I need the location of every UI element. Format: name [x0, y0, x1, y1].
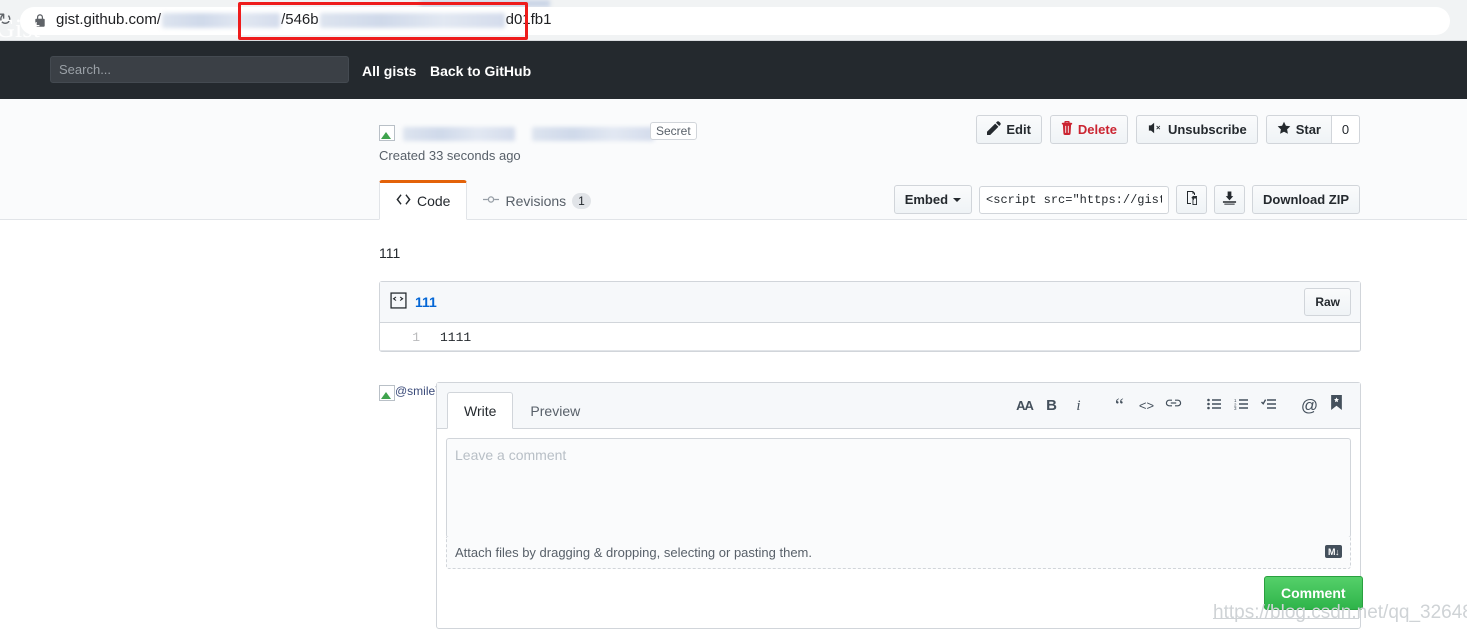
reference-icon[interactable] [1323, 395, 1350, 416]
tab-write[interactable]: Write [447, 392, 514, 429]
created-timestamp: Created 33 seconds ago [379, 148, 521, 163]
comment-form: Write Preview AA B i “ <> 123 @ Leave a … [436, 382, 1363, 629]
edit-button[interactable]: Edit [976, 115, 1042, 144]
download-zip-label: Download ZIP [1263, 192, 1349, 207]
nav-link-back-to-github[interactable]: Back to GitHub [430, 63, 531, 79]
url-prefix: gist.github.com/ [56, 11, 162, 28]
edit-label: Edit [1006, 122, 1031, 137]
tab-code-label: Code [417, 193, 451, 209]
embed-label: Embed [904, 192, 949, 207]
markdown-toolbar: AA B i “ <> 123 @ [1011, 395, 1350, 416]
url-text: gist.github.com/ /546b d01fb1 [56, 11, 552, 31]
watermark-underline [1213, 618, 1359, 619]
url-mid: /546b [281, 11, 319, 28]
url-suffix: d01fb1 [505, 11, 552, 28]
gist-logo[interactable]: Gist [0, 14, 40, 44]
star-button[interactable]: Star [1265, 115, 1332, 144]
pencil-icon [987, 121, 1001, 138]
attach-files-text: Attach files by dragging & dropping, sel… [455, 545, 812, 560]
star-count[interactable]: 0 [1332, 115, 1360, 144]
address-bar[interactable]: gist.github.com/ /546b d01fb1 [20, 7, 1450, 35]
gist-title-row [379, 122, 655, 142]
nav-link-all-gists[interactable]: All gists [362, 63, 416, 79]
browser-tab-stub [420, 0, 550, 7]
comment-textarea[interactable] [446, 438, 1351, 538]
browser-chrome: ↻ gist.github.com//546b d01fb1 [0, 0, 1467, 41]
markdown-badge-icon: M↓ [1325, 545, 1342, 558]
unordered-list-icon[interactable] [1201, 396, 1228, 416]
link-icon[interactable] [1160, 396, 1187, 416]
tab-revisions-label: Revisions [505, 192, 567, 209]
quote-icon[interactable]: “ [1106, 396, 1133, 416]
gist-file-box: 111 Raw 1 1111 [379, 281, 1361, 352]
copy-embed-button[interactable] [1176, 185, 1208, 214]
embed-toolbar: Embed Download ZIP [893, 185, 1360, 214]
raw-label: Raw [1315, 295, 1340, 309]
svg-text:3: 3 [1234, 406, 1237, 410]
comment-form-body [437, 429, 1360, 541]
gist-description: 111 [379, 245, 401, 261]
trash-icon [1061, 121, 1073, 138]
file-header: 111 Raw [380, 282, 1360, 323]
watermark: https://blog.csdn.net/qq_32648491 [1213, 602, 1467, 623]
italic-icon[interactable]: i [1065, 396, 1092, 416]
chevron-down-icon [953, 197, 962, 202]
submit-comment-label: Comment [1281, 585, 1346, 601]
gist-actions: Edit Delete Unsubscribe Star 0 [976, 115, 1360, 144]
git-commit-icon [483, 193, 500, 209]
file-name[interactable]: 111 [415, 294, 437, 310]
line-number: 1 [412, 329, 420, 345]
desktop-download-icon [1222, 190, 1237, 209]
code-line: 1 1111 [380, 323, 1360, 351]
url-blur-1 [162, 12, 281, 28]
search-input[interactable] [50, 56, 349, 83]
mute-icon [1147, 121, 1163, 138]
star-icon [1277, 121, 1291, 138]
comment-form-tabs: Write Preview AA B i “ <> 123 @ [437, 383, 1360, 429]
tab-revisions-count: 1 [572, 192, 591, 209]
tab-revisions[interactable]: Revisions 1 [467, 181, 606, 220]
ordered-list-icon[interactable]: 123 [1228, 396, 1255, 416]
download-button[interactable] [1214, 185, 1246, 214]
gist-tabs: Code Revisions 1 [379, 180, 607, 220]
task-list-icon[interactable] [1255, 396, 1282, 416]
tab-write-label: Write [464, 402, 497, 419]
owner-name-blurred [402, 127, 515, 142]
mention-icon[interactable]: @ [1296, 396, 1323, 416]
tab-code[interactable]: Code [379, 180, 468, 220]
unsubscribe-label: Unsubscribe [1167, 122, 1247, 137]
owner-avatar-broken-image-icon [379, 125, 395, 141]
tab-preview[interactable]: Preview [513, 392, 597, 429]
clipboard-copy-icon [1185, 190, 1199, 209]
status-badge: Secret [650, 122, 697, 140]
code-icon [396, 193, 411, 209]
embed-input[interactable] [979, 185, 1170, 214]
embed-dropdown[interactable]: Embed [893, 185, 973, 214]
file-code-icon [390, 292, 407, 312]
delete-label: Delete [1077, 122, 1117, 137]
section-divider [379, 350, 1361, 351]
tab-preview-label: Preview [530, 402, 581, 419]
code-icon[interactable]: <> [1133, 396, 1160, 416]
delete-button[interactable]: Delete [1049, 115, 1128, 144]
avatar-alt-text: @smileYans [395, 384, 462, 398]
star-group: Star 0 [1265, 115, 1360, 144]
download-zip-button[interactable]: Download ZIP [1252, 185, 1360, 214]
attach-files-area[interactable]: Attach files by dragging & dropping, sel… [446, 537, 1351, 569]
raw-button[interactable]: Raw [1304, 288, 1351, 316]
bold-icon[interactable]: B [1038, 396, 1065, 416]
url-blur-2 [319, 12, 505, 28]
gist-name-blurred [531, 127, 654, 142]
star-label: Star [1295, 122, 1321, 137]
line-content: 1111 [440, 329, 472, 345]
unsubscribe-button[interactable]: Unsubscribe [1135, 115, 1258, 144]
heading-icon[interactable]: AA [1011, 396, 1038, 416]
avatar-broken-image-icon [379, 385, 395, 401]
